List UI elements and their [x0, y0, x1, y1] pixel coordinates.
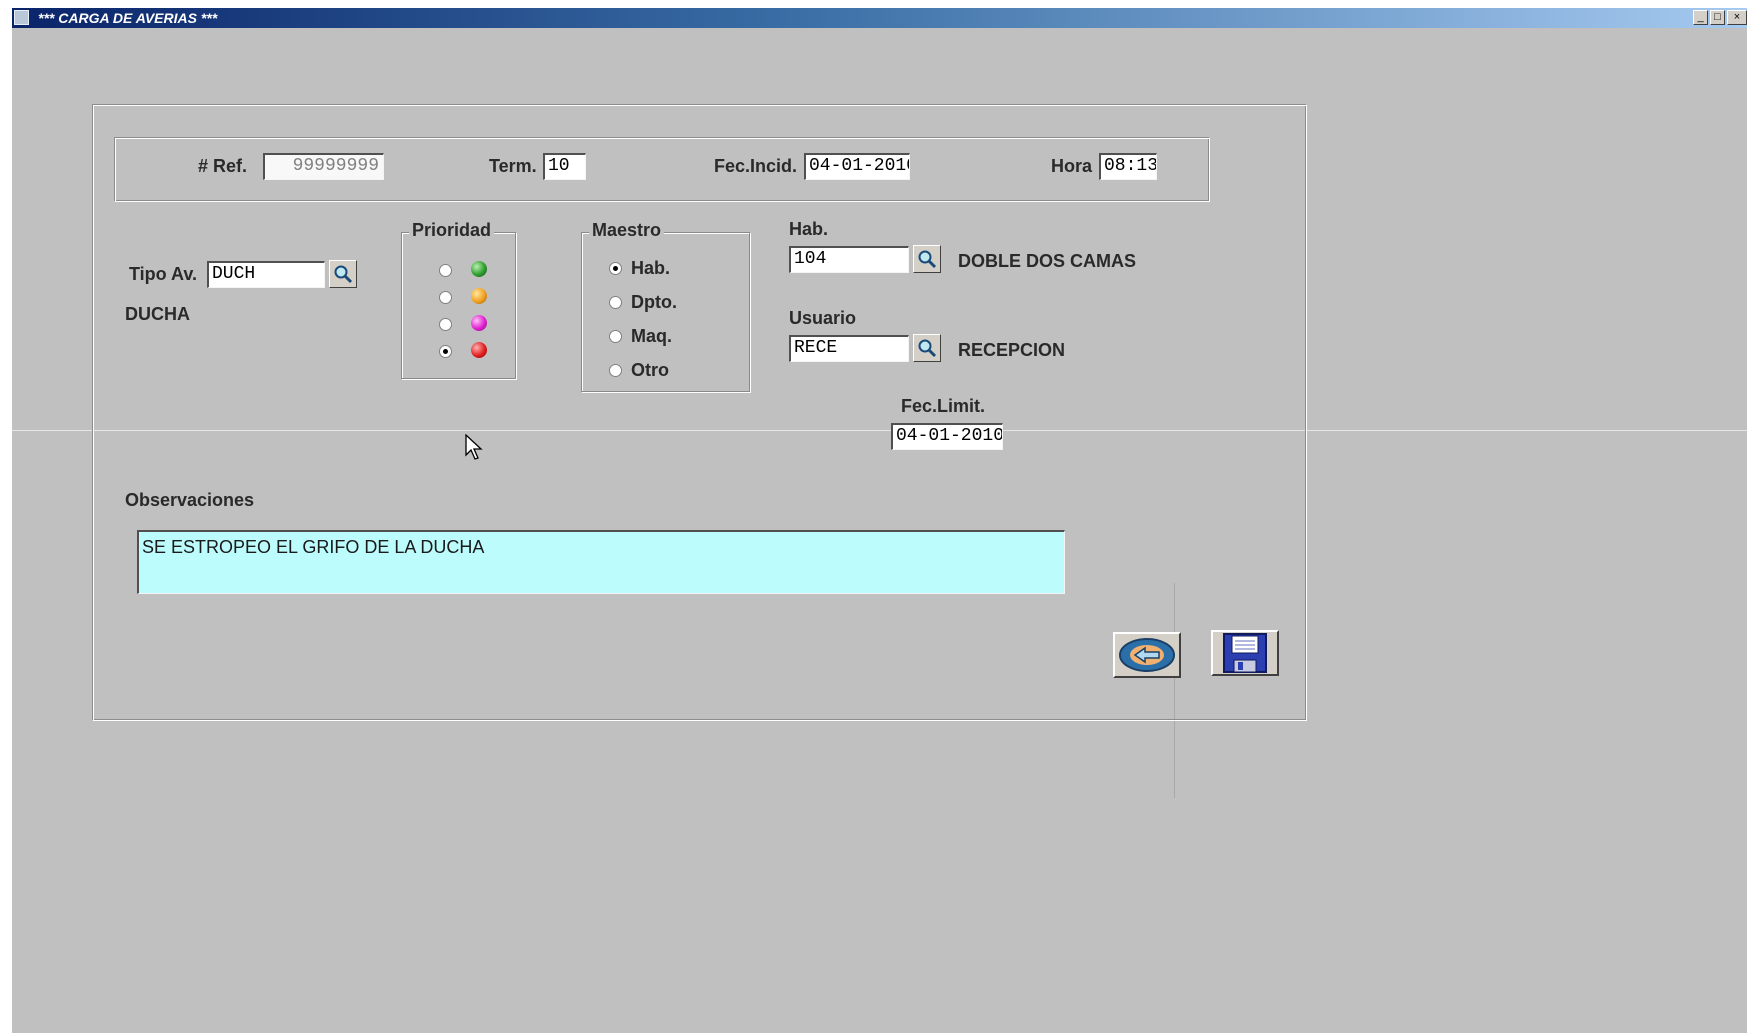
back-arrow-icon [1119, 638, 1175, 672]
magnifier-icon [334, 265, 353, 284]
magenta-priority-icon [471, 315, 487, 331]
term-field[interactable]: 10 [543, 153, 586, 180]
save-button[interactable] [1211, 630, 1279, 676]
prioridad-radio-red[interactable] [439, 345, 452, 358]
maestro-radio-hab[interactable] [609, 262, 622, 275]
maestro-radio-maq[interactable] [609, 330, 622, 343]
hab-description: DOBLE DOS CAMAS [958, 251, 1137, 271]
magnifier-icon [918, 250, 937, 269]
prioridad-group [401, 232, 516, 379]
prioridad-title: Prioridad [409, 220, 495, 241]
hab-lookup-button[interactable] [913, 245, 941, 273]
usuario-lookup-button[interactable] [913, 334, 941, 362]
usuario-field[interactable]: RECE [789, 335, 909, 362]
tipo-av-lookup-button[interactable] [329, 260, 357, 288]
tipo-av-field[interactable]: DUCH [207, 261, 325, 288]
prioridad-radio-green[interactable] [439, 264, 452, 277]
maestro-option-dpto[interactable]: Dpto. [631, 292, 677, 313]
usuario-label: Usuario [789, 308, 857, 328]
fec-limit-field[interactable]: 04-01-2010 [891, 423, 1003, 450]
maestro-option-otro[interactable]: Otro [631, 360, 669, 381]
mouse-cursor-icon [465, 434, 483, 460]
maestro-radio-otro[interactable] [609, 364, 622, 377]
fec-limit-label: Fec.Limit. [901, 396, 986, 416]
maestro-title: Maestro [589, 220, 665, 241]
back-button[interactable] [1113, 632, 1181, 678]
app-window: *** CARGA DE AVERIAS *** _ □ × # Ref. 99… [12, 8, 1747, 1033]
tipo-av-description: DUCHA [125, 304, 190, 324]
red-priority-icon [471, 342, 487, 358]
ref-field[interactable]: 99999999 [263, 153, 384, 180]
hab-field[interactable]: 104 [789, 246, 909, 273]
hab-label: Hab. [789, 219, 829, 239]
orange-priority-icon [471, 288, 487, 304]
maestro-option-maq[interactable]: Maq. [631, 326, 672, 347]
tipo-av-label: Tipo Av. [129, 264, 198, 284]
observaciones-label: Observaciones [125, 490, 255, 510]
term-label: Term. [489, 156, 537, 176]
app-icon[interactable] [14, 10, 29, 25]
maestro-radio-dpto[interactable] [609, 296, 622, 309]
magnifier-icon [918, 339, 937, 358]
close-button[interactable]: × [1727, 10, 1747, 25]
maximize-button[interactable]: □ [1710, 10, 1725, 25]
observaciones-textarea[interactable]: SE ESTROPEO EL GRIFO DE LA DUCHA [137, 530, 1065, 594]
green-priority-icon [471, 261, 487, 277]
ref-label: # Ref. [198, 156, 248, 176]
minimize-button[interactable]: _ [1693, 10, 1708, 25]
prioridad-radio-magenta[interactable] [439, 318, 452, 331]
usuario-description: RECEPCION [958, 340, 1066, 360]
hora-label: Hora [1051, 156, 1093, 176]
hora-field[interactable]: 08:13 [1099, 153, 1157, 180]
window-title: *** CARGA DE AVERIAS *** [38, 10, 218, 26]
prioridad-radio-orange[interactable] [439, 291, 452, 304]
fec-incid-label: Fec.Incid. [714, 156, 798, 176]
title-bar[interactable]: *** CARGA DE AVERIAS *** _ □ × [12, 8, 1747, 28]
floppy-disk-icon [1223, 633, 1267, 673]
fec-incid-field[interactable]: 04-01-2010 [804, 153, 910, 180]
maestro-option-hab[interactable]: Hab. [631, 258, 670, 279]
